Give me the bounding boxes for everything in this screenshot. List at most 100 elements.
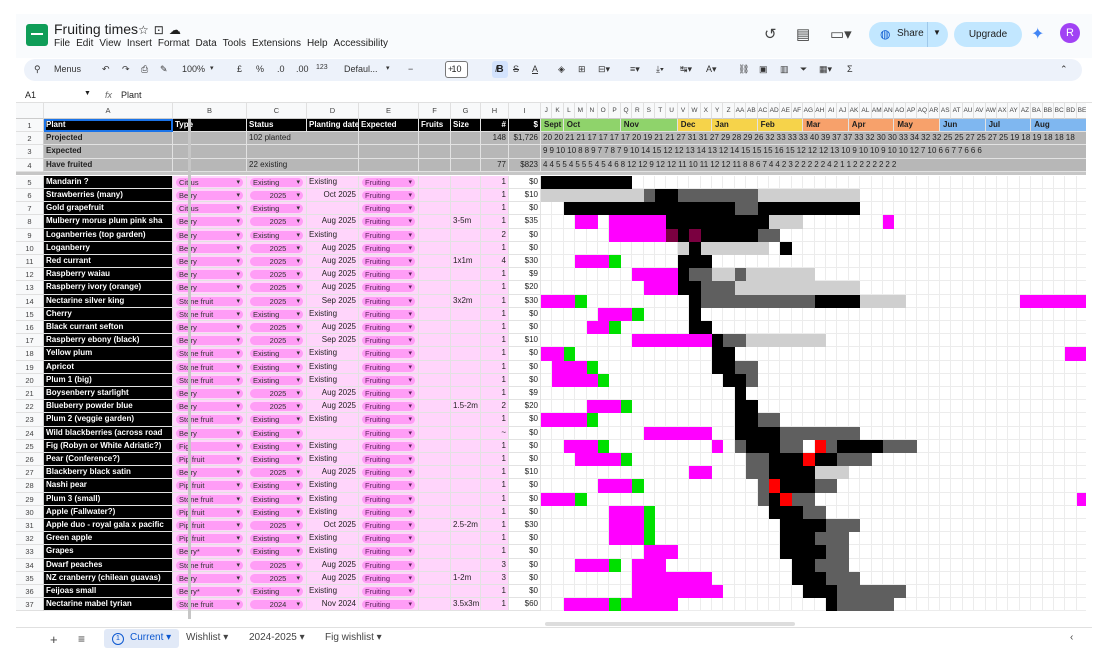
size-cell[interactable] [451, 426, 481, 440]
timeline-cell[interactable] [1076, 361, 1086, 374]
timeline-cell[interactable] [894, 175, 906, 189]
price-cell[interactable]: $0 [509, 241, 541, 255]
timeline-cell[interactable] [666, 241, 678, 255]
planting-date[interactable]: Aug 2025 [307, 281, 359, 295]
timeline-cell[interactable] [1008, 585, 1020, 599]
timeline-cell[interactable] [917, 598, 929, 612]
timeline-cell[interactable] [871, 545, 883, 559]
plant-name[interactable]: Pear (Conference?) [44, 453, 173, 467]
timeline-cell[interactable] [1031, 360, 1043, 374]
timeline-cell[interactable] [586, 307, 598, 321]
timeline-cell[interactable] [655, 532, 667, 546]
timeline-cell[interactable] [552, 268, 564, 282]
timeline-cell[interactable] [586, 228, 598, 242]
timeline-cell[interactable] [563, 545, 576, 559]
expected-dropdown[interactable]: Fruiting [362, 257, 415, 266]
timeline-cell[interactable] [757, 175, 769, 189]
timeline-cell[interactable] [860, 505, 872, 519]
count-cell[interactable]: 3 [481, 558, 509, 572]
timeline-cell[interactable] [1065, 281, 1077, 295]
timeline-cell[interactable] [746, 558, 758, 572]
column-header[interactable]: AI [826, 103, 838, 119]
timeline-cell[interactable] [894, 558, 906, 572]
timeline-cell[interactable] [689, 558, 701, 572]
status-cell[interactable]: 2025 [247, 387, 307, 401]
expected-dropdown[interactable]: Fruiting [362, 243, 415, 253]
column-header[interactable]: AV [974, 103, 986, 119]
type-dropdown[interactable]: Berry [176, 283, 243, 293]
timeline-cell[interactable] [905, 545, 918, 559]
timeline-cell[interactable] [780, 373, 792, 387]
timeline-cell[interactable] [586, 585, 598, 599]
timeline-cell[interactable] [848, 532, 861, 546]
status-cell[interactable]: Existing [247, 492, 307, 506]
timeline-cell[interactable] [1031, 585, 1043, 599]
timeline-cell[interactable] [985, 558, 997, 572]
timeline-cell[interactable] [563, 215, 576, 229]
timeline-cell[interactable] [1042, 413, 1054, 427]
timeline-cell[interactable] [997, 175, 1009, 189]
timeline-cell[interactable] [1054, 532, 1066, 546]
timeline-cell[interactable] [655, 479, 667, 493]
timeline-cell[interactable] [917, 294, 929, 308]
timeline-cell[interactable] [791, 321, 804, 335]
planting-date[interactable]: Aug 2025 [307, 571, 359, 585]
timeline-cell[interactable] [734, 558, 747, 572]
timeline-cell[interactable] [575, 479, 587, 493]
timeline-cell[interactable] [905, 505, 918, 519]
text-rotation-icon[interactable]: A▾ [706, 64, 717, 75]
timeline-cell[interactable] [962, 241, 975, 255]
timeline-cell[interactable] [1019, 215, 1032, 229]
timeline-cell[interactable] [974, 268, 986, 282]
type-dropdown[interactable]: Berry [176, 270, 243, 280]
timeline-cell[interactable] [905, 598, 918, 612]
timeline-cell[interactable] [666, 175, 678, 189]
timeline-cell[interactable] [655, 294, 667, 308]
timeline-cell[interactable] [1019, 413, 1032, 427]
timeline-cell[interactable] [677, 321, 690, 335]
timeline-cell[interactable] [677, 400, 690, 414]
timeline-cell[interactable] [985, 307, 997, 321]
planting-date[interactable]: Existing [307, 453, 359, 467]
timeline-cell[interactable] [620, 360, 633, 374]
menu-item-data[interactable]: Data [196, 38, 217, 49]
timeline-cell[interactable] [917, 255, 929, 269]
timeline-cell[interactable] [997, 241, 1009, 255]
status-dropdown[interactable]: 2025 [250, 243, 303, 253]
type-dropdown[interactable]: Berry [176, 323, 243, 332]
timeline-cell[interactable] [655, 387, 667, 401]
timeline-cell[interactable] [1031, 228, 1043, 242]
timeline-cell[interactable] [655, 241, 667, 255]
timeline-cell[interactable] [951, 255, 963, 269]
timeline-cell[interactable] [894, 413, 906, 427]
timeline-cell[interactable] [1019, 387, 1032, 401]
month-header[interactable]: Nov [620, 119, 678, 133]
timeline-cell[interactable] [905, 215, 918, 229]
plant-name[interactable]: Nectarine silver king [44, 294, 173, 308]
timeline-cell[interactable] [814, 373, 826, 387]
timeline-cell[interactable] [1076, 545, 1086, 559]
timeline-cell[interactable] [951, 321, 963, 335]
timeline-cell[interactable] [974, 307, 986, 321]
timeline-cell[interactable] [541, 268, 553, 282]
timeline-cell[interactable] [871, 453, 883, 467]
timeline-cell[interactable] [962, 307, 975, 321]
timeline-cell[interactable] [723, 255, 735, 269]
timeline-cell[interactable] [723, 307, 735, 321]
status-cell[interactable]: Existing [247, 360, 307, 374]
timeline-cell[interactable] [1065, 228, 1077, 242]
planting-date[interactable]: Aug 2025 [307, 241, 359, 255]
timeline-cell[interactable] [734, 453, 747, 467]
count-cell[interactable]: 1 [481, 413, 509, 427]
timeline-cell[interactable] [905, 585, 918, 599]
timeline-cell[interactable] [1065, 453, 1077, 467]
timeline-cell[interactable] [894, 505, 906, 519]
zoom-select[interactable]: 100% [182, 64, 205, 74]
timeline-cell[interactable] [974, 558, 986, 572]
fruits-cell[interactable] [419, 294, 451, 308]
planting-date[interactable]: Aug 2025 [307, 387, 359, 401]
timeline-cell[interactable] [871, 215, 883, 229]
timeline-cell[interactable] [917, 585, 929, 599]
timeline-cell[interactable] [951, 347, 963, 361]
timeline-cell[interactable] [1076, 440, 1086, 453]
